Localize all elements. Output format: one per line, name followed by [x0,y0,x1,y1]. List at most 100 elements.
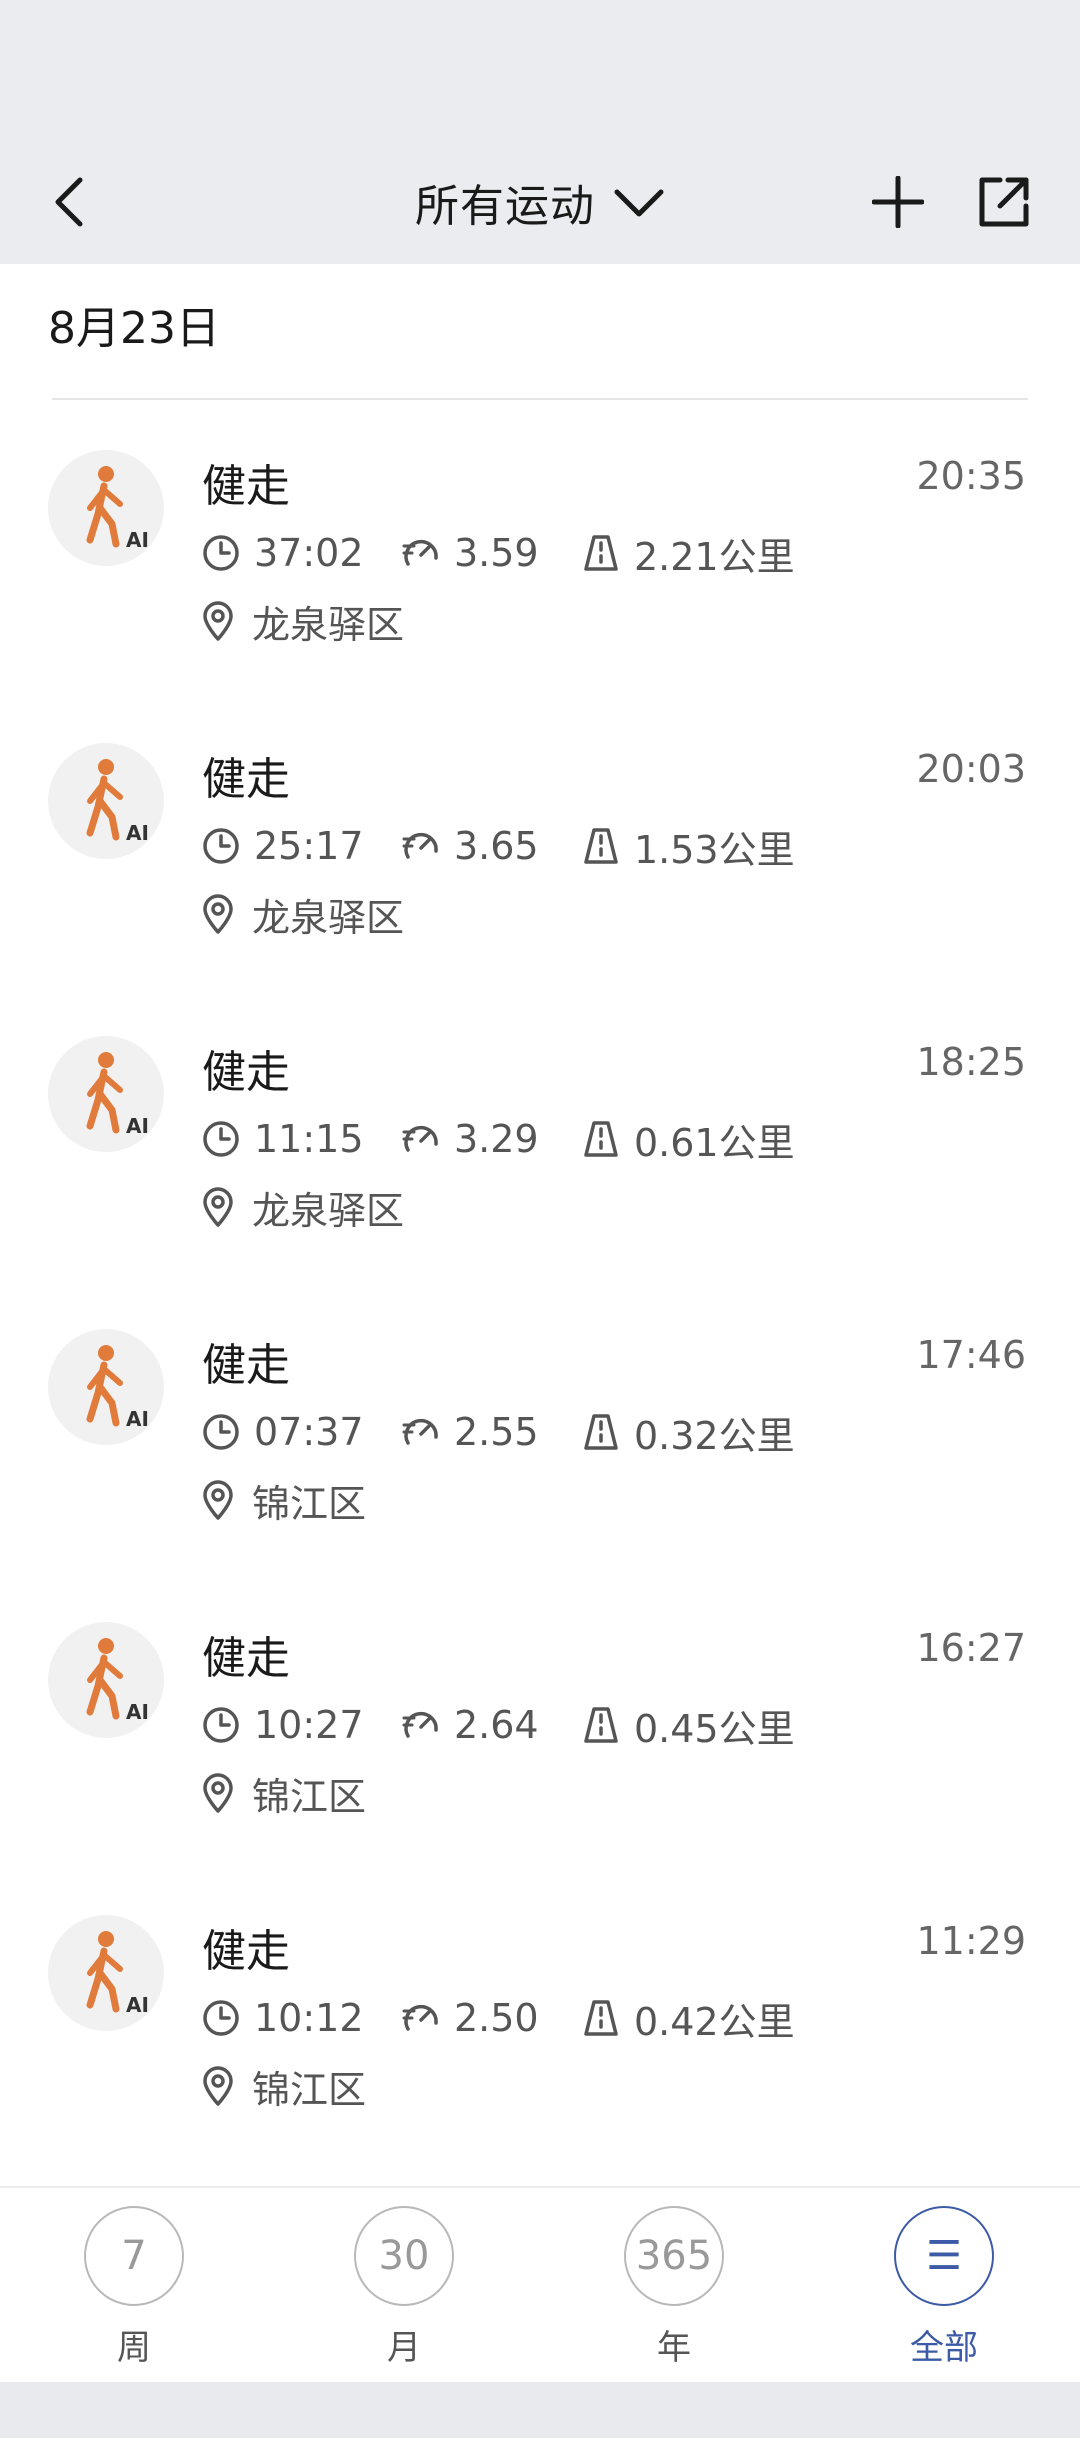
walk-avatar: AI [48,743,164,859]
speedometer-icon [402,2004,438,2031]
pace-metric: 2.64 [402,1703,582,1747]
ai-badge: AI [126,1407,149,1431]
road-icon [584,828,618,864]
duration-value: 37:02 [254,531,364,575]
pace-metric: 2.50 [402,1996,582,2040]
record-metrics: 37:02 3.59 2.21公里 [202,526,795,581]
nav-year[interactable]: 365 年 [604,2206,744,2376]
clock-icon [203,535,239,571]
location-name: 龙泉驿区 [252,895,405,940]
record-location: 锦江区 [202,1768,367,1819]
chevron-down-icon [614,189,664,217]
nav-month-circle: 30 [354,2206,454,2306]
clock-icon [203,1414,239,1450]
location-name: 锦江区 [252,2067,367,2112]
pace-metric: 2.55 [402,1410,582,1454]
distance-metric: 0.32公里 [582,1405,795,1460]
location-pin-icon [203,1187,233,1227]
duration-metric: 10:12 [202,1996,402,2040]
record-time: 20:03 [916,747,1026,791]
top-app-bar: 所有运动 [0,140,1080,264]
location-name: 锦江区 [252,1481,367,1526]
ai-badge: AI [126,528,149,552]
location-pin-icon [203,894,233,934]
record-metrics: 10:12 2.50 0.42公里 [202,1991,795,2046]
duration-value: 25:17 [254,824,364,868]
record-time: 17:46 [916,1333,1026,1377]
nav-all-label: 全部 [910,2328,978,2368]
record-time: 18:25 [916,1040,1026,1084]
record-time: 11:29 [916,1919,1026,1963]
back-button[interactable] [30,162,110,242]
record-metrics: 10:27 2.64 0.45公里 [202,1698,795,1753]
location-name: 锦江区 [252,1774,367,1819]
distance-metric: 0.45公里 [582,1698,795,1753]
ai-badge: AI [126,1993,149,2017]
pace-metric: 3.65 [402,824,582,868]
export-icon [979,177,1029,227]
export-button[interactable] [964,162,1044,242]
pace-value: 3.29 [454,1117,539,1161]
record-type: 健走 [202,1926,290,1977]
record-location: 锦江区 [202,2061,367,2112]
clock-icon [203,1707,239,1743]
record-time: 20:35 [916,454,1026,498]
nav-month-label: 月 [387,2328,421,2368]
road-icon [584,1121,618,1157]
nav-week[interactable]: 7 周 [64,2206,204,2376]
speedometer-icon [402,832,438,859]
distance-value: 2.21公里 [634,534,795,579]
sport-filter-dropdown[interactable]: 所有运动 [415,170,665,234]
distance-value: 0.42公里 [634,1999,795,2044]
bottom-nav: 7 周 30 月 365 年 ☰ 全部 [0,2186,1080,2384]
walk-avatar: AI [48,450,164,566]
road-icon [584,1414,618,1450]
page-title: 所有运动 [415,181,595,232]
system-nav-bar [0,2382,1080,2438]
location-pin-icon [203,2066,233,2106]
record-metrics: 07:37 2.55 0.32公里 [202,1405,795,1460]
nav-week-label: 周 [117,2328,151,2368]
nav-year-circle: 365 [624,2206,724,2306]
record-metrics: 25:17 3.65 1.53公里 [202,821,795,872]
duration-value: 07:37 [254,1410,364,1454]
add-record-button[interactable] [858,162,938,242]
record-item[interactable]: AI 健走 20:03 25:17 3.65 1.53公里 龙泉驿区 [0,693,1080,986]
distance-metric: 2.21公里 [582,526,795,581]
plus-icon [872,176,924,228]
chevron-left-icon [55,177,83,227]
walk-avatar: AI [48,1036,164,1152]
distance-value: 0.45公里 [634,1706,795,1751]
road-icon [584,535,618,571]
pace-metric: 3.29 [402,1117,582,1161]
record-item[interactable]: AI 健走 11:29 10:12 2.50 0.42公里 锦江区 [0,1865,1080,2158]
record-time: 16:27 [916,1626,1026,1670]
record-location: 龙泉驿区 [202,889,405,940]
record-list: AI 健走 20:35 37:02 3.59 2.21公里 龙泉驿区 AI 健走… [0,400,1080,2158]
record-item[interactable]: AI 健走 16:27 10:27 2.64 0.45公里 锦江区 [0,1572,1080,1865]
pace-value: 3.59 [454,531,539,575]
record-type: 健走 [202,1047,290,1098]
date-header: 8月23日 [48,303,220,354]
nav-week-circle: 7 [84,2206,184,2306]
record-item[interactable]: AI 健走 18:25 11:15 3.29 0.61公里 龙泉驿区 [0,986,1080,1279]
distance-metric: 0.42公里 [582,1991,795,2046]
record-item[interactable]: AI 健走 17:46 07:37 2.55 0.32公里 锦江区 [0,1279,1080,1572]
speedometer-icon [402,1418,438,1445]
duration-metric: 25:17 [202,824,402,868]
walk-avatar: AI [48,1329,164,1445]
record-type: 健走 [202,461,290,512]
ai-badge: AI [126,1114,149,1138]
record-item[interactable]: AI 健走 20:35 37:02 3.59 2.21公里 龙泉驿区 [0,400,1080,693]
road-icon [584,1707,618,1743]
record-type: 健走 [202,1340,290,1391]
duration-value: 10:27 [254,1703,364,1747]
nav-all[interactable]: ☰ 全部 [874,2206,1014,2376]
clock-icon [203,828,239,864]
road-icon [584,2000,618,2036]
status-bar-area [0,0,1080,140]
walk-avatar: AI [48,1915,164,2031]
nav-month[interactable]: 30 月 [334,2206,474,2376]
record-location: 龙泉驿区 [202,596,404,647]
location-pin-icon [203,601,233,641]
